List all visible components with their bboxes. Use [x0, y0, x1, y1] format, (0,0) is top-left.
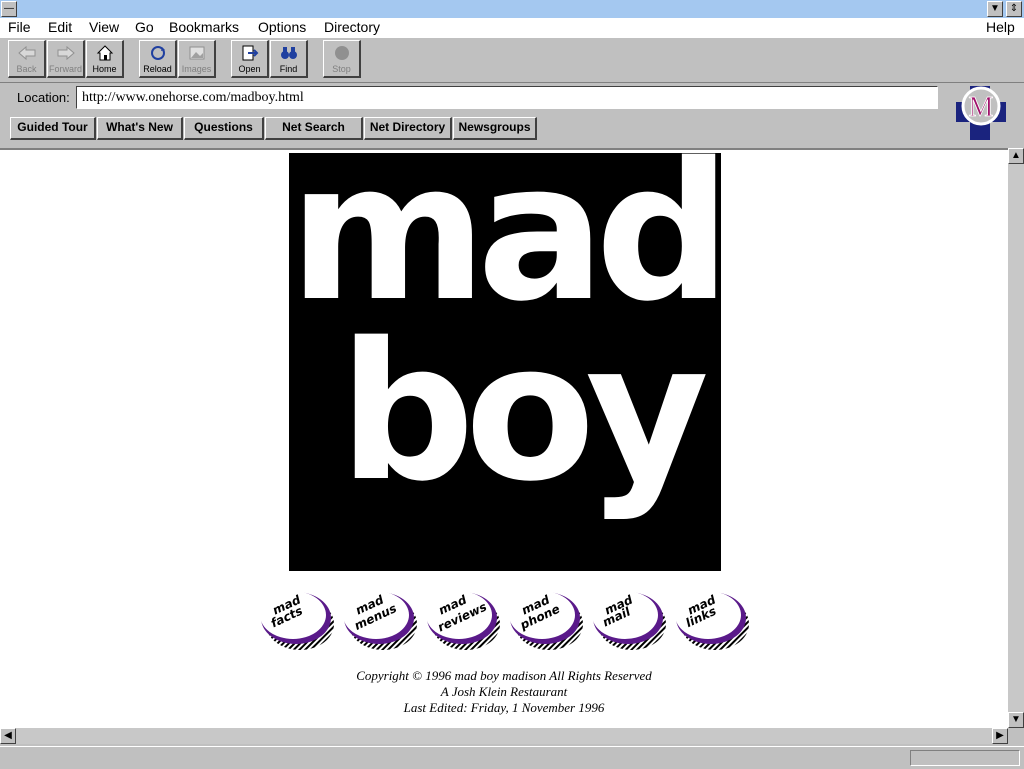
- menu-file[interactable]: File: [8, 19, 31, 35]
- menu-go[interactable]: Go: [135, 19, 154, 35]
- scroll-right-arrow-icon[interactable]: ▶: [992, 728, 1008, 744]
- open-button[interactable]: Open: [231, 40, 269, 78]
- home-button[interactable]: Home: [86, 40, 124, 78]
- find-label: Find: [279, 64, 298, 74]
- nav-button-phone[interactable]: mad phone: [507, 588, 585, 654]
- back-button[interactable]: Back: [8, 40, 46, 78]
- whats-new-button[interactable]: What's New: [97, 117, 183, 140]
- stop-icon: [334, 46, 349, 60]
- stop-button[interactable]: Stop: [323, 40, 361, 78]
- vertical-scrollbar[interactable]: ▲ ▼: [1008, 148, 1024, 728]
- madboy-logo: mad boy: [289, 150, 731, 571]
- questions-button[interactable]: Questions: [184, 117, 264, 140]
- nav-button-mail[interactable]: mad mail: [590, 588, 668, 654]
- nav-button-reviews[interactable]: mad reviews: [424, 588, 502, 654]
- horizontal-scrollbar[interactable]: ◀ ▶: [0, 728, 1008, 744]
- svg-text:M: M: [969, 92, 994, 123]
- menu-help[interactable]: Help: [986, 19, 1015, 35]
- stop-label: Stop: [332, 64, 351, 74]
- home-label: Home: [92, 64, 117, 74]
- forward-label: Forward: [48, 64, 82, 74]
- home-icon: [96, 45, 113, 61]
- tagline-text: A Josh Klein Restaurant: [440, 684, 568, 699]
- minimize-button[interactable]: ▼: [987, 1, 1003, 17]
- location-label: Location:: [17, 90, 70, 105]
- nav-button-facts[interactable]: mad facts: [258, 588, 336, 654]
- back-label: Back: [16, 64, 37, 74]
- images-icon: [189, 46, 204, 60]
- newsgroups-button[interactable]: Newsgroups: [453, 117, 537, 140]
- net-directory-button[interactable]: Net Directory: [364, 117, 452, 140]
- net-search-button[interactable]: Net Search: [265, 117, 363, 140]
- restore-button[interactable]: ⇕: [1006, 1, 1022, 17]
- menu-bookmarks[interactable]: Bookmarks: [169, 19, 239, 35]
- toolbar: Back Forward Home Reload Images Open Fin…: [0, 38, 1024, 83]
- nav-button-menus[interactable]: mad menus: [341, 588, 419, 654]
- last-edited-text: Last Edited: Friday, 1 November 1996: [403, 700, 605, 715]
- system-menu-button[interactable]: —: [1, 1, 17, 17]
- progress-indicator: [910, 750, 1020, 766]
- scroll-left-arrow-icon[interactable]: ◀: [0, 728, 16, 744]
- page-content: mad boy mad facts mad menus mad reviews mad pho…: [0, 148, 1008, 728]
- location-input[interactable]: http://www.onehorse.com/madboy.html: [76, 86, 938, 109]
- copyright-text: Copyright © 1996 mad boy madison All Rig…: [356, 668, 652, 683]
- menu-bar: File Edit View Go Bookmarks Options Dire…: [0, 18, 1024, 39]
- menu-directory[interactable]: Directory: [324, 19, 380, 35]
- location-bar: Location: http://www.onehorse.com/madboy…: [0, 83, 1024, 115]
- nav-button-links[interactable]: mad links: [673, 588, 751, 654]
- scroll-down-arrow-icon[interactable]: ▼: [1008, 712, 1024, 728]
- title-bar: — ▼ ⇕: [0, 0, 1024, 18]
- forward-arrow-icon: [57, 45, 75, 61]
- images-button[interactable]: Images: [178, 40, 216, 78]
- back-arrow-icon: [17, 45, 35, 61]
- open-icon: [242, 45, 258, 61]
- menu-view[interactable]: View: [89, 19, 119, 35]
- guided-tour-button[interactable]: Guided Tour: [10, 117, 96, 140]
- find-button[interactable]: Find: [270, 40, 308, 78]
- menu-options[interactable]: Options: [258, 19, 306, 35]
- logo-text-boy: boy: [338, 302, 709, 523]
- reload-icon: [150, 46, 165, 60]
- reload-button[interactable]: Reload: [139, 40, 177, 78]
- reload-label: Reload: [143, 64, 172, 74]
- binoculars-icon: [280, 47, 297, 59]
- menu-edit[interactable]: Edit: [48, 19, 72, 35]
- scroll-up-arrow-icon[interactable]: ▲: [1008, 148, 1024, 164]
- open-label: Open: [238, 64, 261, 74]
- status-bar: [0, 746, 1024, 769]
- nav-buttons: mad facts mad menus mad reviews mad phone mad mai…: [258, 588, 758, 654]
- forward-button[interactable]: Forward: [47, 40, 85, 78]
- images-label: Images: [181, 64, 212, 74]
- browser-logo-icon[interactable]: M: [950, 84, 1012, 142]
- scroll-corner: [1008, 728, 1024, 744]
